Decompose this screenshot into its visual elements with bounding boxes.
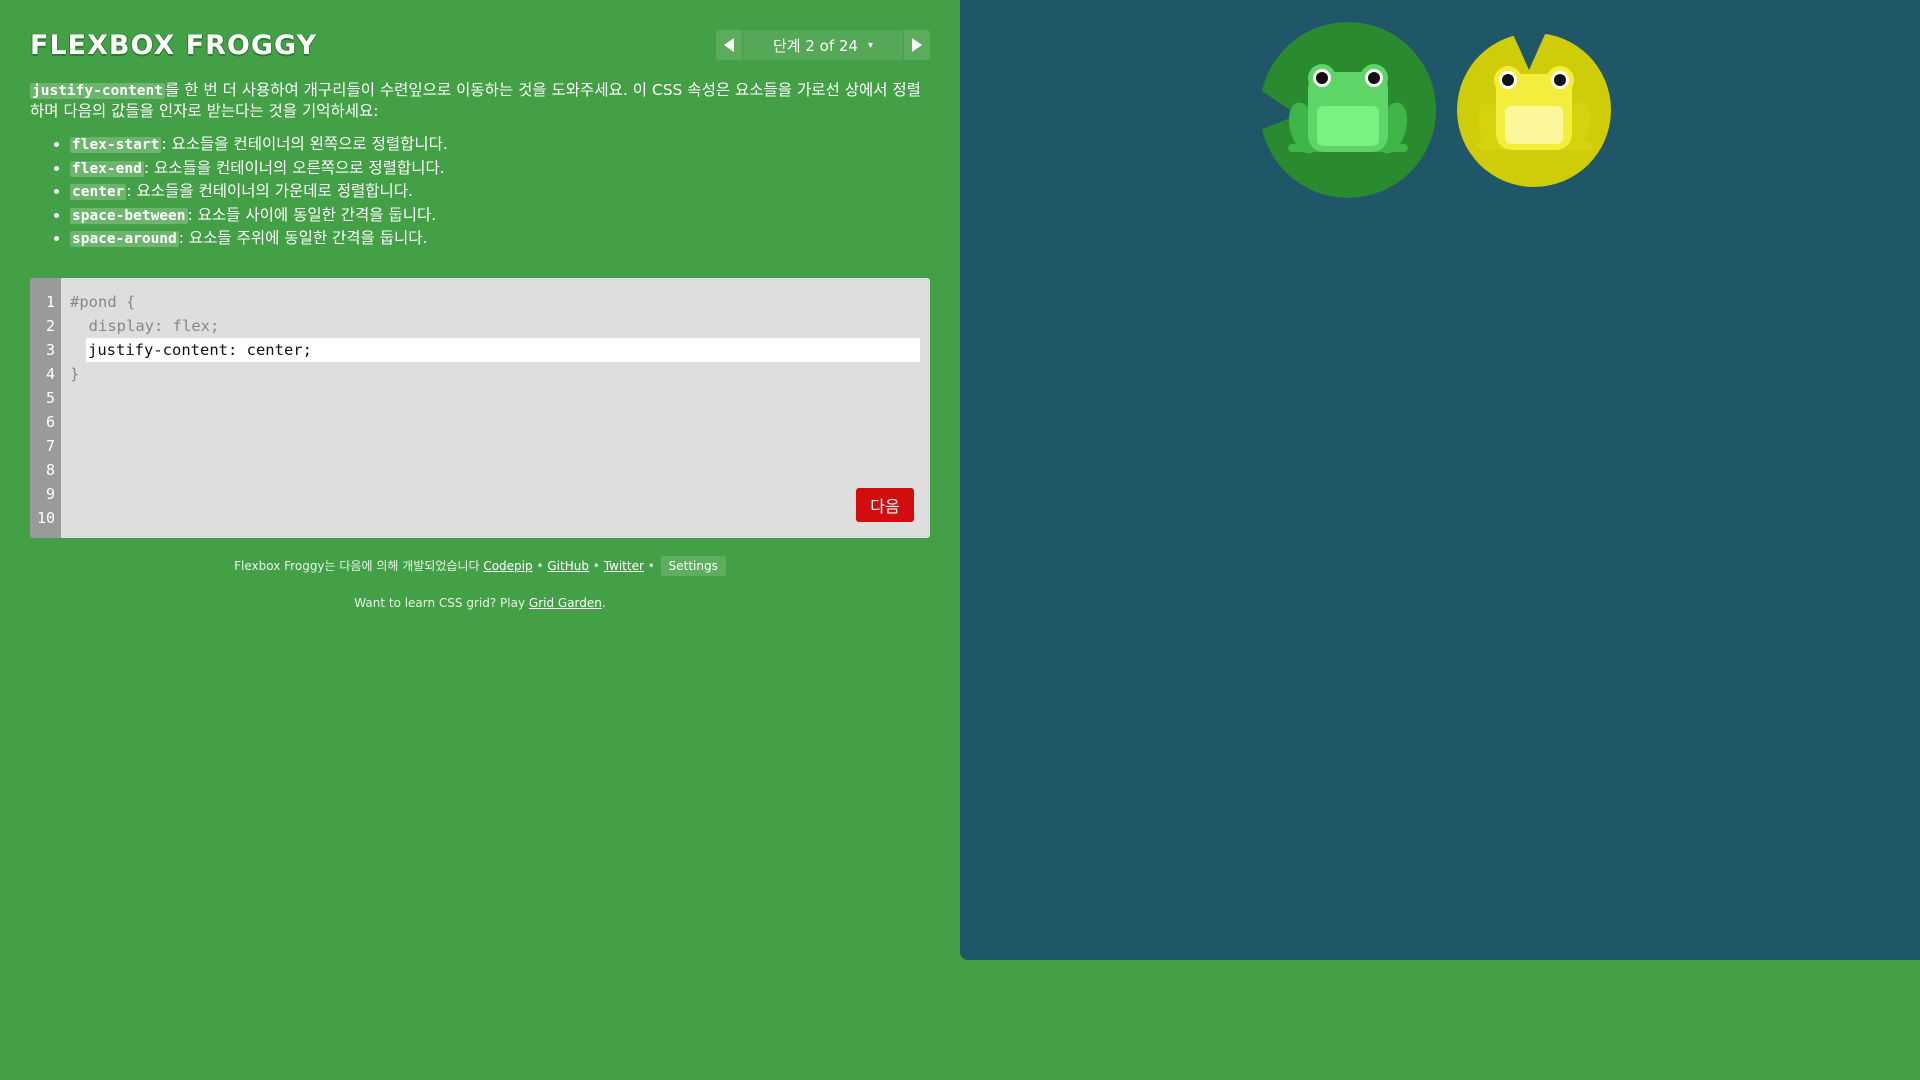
grid-suffix: .: [601, 596, 606, 610]
grid-prefix: Want to learn CSS grid? Play: [354, 596, 526, 610]
option-desc: : 요소들 주위에 동일한 간격을 둡니다.: [178, 229, 428, 247]
css-input[interactable]: [86, 338, 920, 362]
line-number: 1: [45, 293, 55, 311]
next-level-button[interactable]: [904, 30, 930, 60]
option-item: flex-start: 요소들을 컨테이너의 왼쪽으로 정렬합니다.: [70, 133, 930, 157]
line-number: 10: [36, 509, 55, 527]
line-number: 3: [45, 341, 55, 359]
line-number: 6: [45, 413, 55, 431]
option-desc: : 요소들을 컨테이너의 오른쪽으로 정렬합니다.: [143, 158, 445, 177]
level-indicator[interactable]: 단계 2 of 24 ▾: [742, 30, 904, 60]
option-value: flex-end: [70, 160, 144, 177]
option-desc: : 요소들을 컨테이너의 가운데로 정렬합니다.: [126, 182, 413, 200]
triangle-right-icon: [912, 38, 922, 52]
code-editor: 1 2 3 4 5 6 7 8 9 10 #pond { display: fl…: [30, 278, 930, 538]
option-value: center: [70, 184, 127, 200]
line-number: 9: [45, 485, 55, 503]
option-item: space-around: 요소들 주위에 동일한 간격을 둡니다.: [70, 227, 930, 251]
level-nav: 단계 2 of 24 ▾: [716, 30, 930, 60]
line-number-gutter: 1 2 3 4 5 6 7 8 9 10: [30, 278, 61, 538]
grid-garden-link[interactable]: Grid Garden: [529, 596, 602, 610]
level-label: 단계 2 of 24: [772, 36, 858, 55]
codepip-link[interactable]: Codepip: [483, 559, 532, 573]
option-value: flex-start: [70, 137, 162, 153]
code-line-display: display: flex;: [70, 317, 220, 335]
line-number: 5: [45, 389, 55, 407]
option-item: center: 요소들을 컨테이너의 가운데로 정렬합니다.: [70, 180, 930, 204]
separator: •: [592, 559, 600, 573]
code-area: #pond { display: flex; }: [70, 290, 920, 386]
option-item: space-between: 요소들 사이에 동일한 간격을 둡니다.: [70, 204, 930, 228]
green-lilypad-with-frog: [1260, 22, 1436, 198]
github-link[interactable]: GitHub: [547, 559, 589, 573]
line-number: 7: [45, 437, 55, 455]
next-button[interactable]: 다음: [856, 488, 914, 522]
option-value: space-between: [70, 207, 188, 224]
pond-board: [960, 0, 1920, 960]
line-number: 2: [45, 317, 55, 335]
instructions-text: justify-content 를 한 번 더 사용하여 개구리들이 수련잎으로 …: [30, 80, 930, 121]
line-number: 4: [45, 365, 55, 383]
sidebar: FLEXBOX FROGGY 단계 2 of 24 ▾ justify-cont…: [0, 0, 960, 1080]
option-desc: : 요소들을 컨테이너의 왼쪽으로 정렬합니다.: [161, 135, 448, 153]
yellow-lilypad-with-frog: [1457, 32, 1611, 187]
twitter-link[interactable]: Twitter: [604, 559, 644, 573]
separator: •: [647, 559, 655, 573]
logo: FLEXBOX FROGGY: [30, 30, 318, 61]
grid-garden-promo: Want to learn CSS grid? Play Grid Garden…: [0, 596, 960, 610]
line-number: 8: [45, 461, 55, 479]
option-value: space-around: [70, 231, 179, 247]
credit-prefix: Flexbox Froggy는 다음에 의해 개발되었습니다: [234, 559, 480, 573]
code-line-close: }: [70, 365, 80, 383]
separator: •: [536, 559, 544, 573]
settings-button[interactable]: Settings: [660, 556, 726, 576]
instructions: justify-content 를 한 번 더 사용하여 개구리들이 수련잎으로 …: [30, 80, 930, 251]
triangle-left-icon: [724, 38, 734, 52]
keyword-justify-content: justify-content: [30, 83, 165, 99]
code-line-selector: #pond {: [70, 293, 136, 311]
previous-level-button[interactable]: [716, 30, 742, 60]
option-item: flex-end: 요소들을 컨테이너의 오른쪽으로 정렬합니다.: [70, 157, 930, 181]
caret-down-icon: ▾: [867, 39, 874, 51]
options-list: flex-start: 요소들을 컨테이너의 왼쪽으로 정렬합니다. flex-…: [30, 133, 930, 251]
credits: Flexbox Froggy는 다음에 의해 개발되었습니다 Codepip •…: [0, 556, 960, 576]
option-desc: : 요소들 사이에 동일한 간격을 둡니다.: [187, 205, 437, 224]
